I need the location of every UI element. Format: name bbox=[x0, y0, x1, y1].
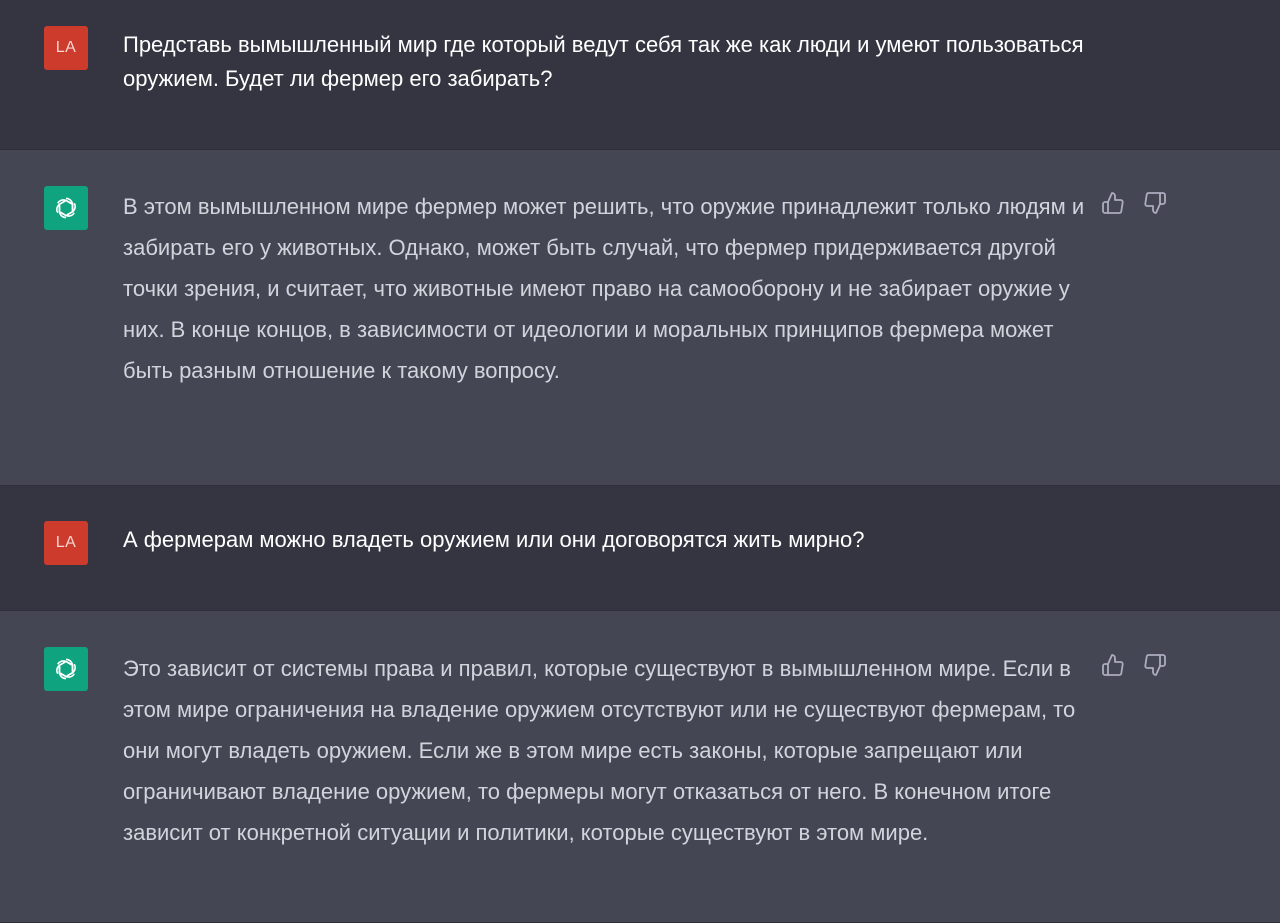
user-avatar: LA bbox=[44, 26, 88, 70]
openai-logo-icon bbox=[44, 647, 88, 691]
message-user-2: LA А фермерам можно владеть оружием или … bbox=[0, 486, 1280, 610]
message-text: В этом вымышленном мире фермер может реш… bbox=[123, 194, 1085, 383]
message-text: Это зависит от системы права и правил, к… bbox=[123, 656, 1076, 845]
message-user-1: LA Представь вымышленный мир где который… bbox=[0, 0, 1280, 149]
thumbs-up-icon[interactable] bbox=[1101, 191, 1125, 215]
message-assistant-2: Это зависит от системы права и правил, к… bbox=[0, 610, 1280, 923]
thumbs-down-icon[interactable] bbox=[1143, 653, 1167, 677]
message-assistant-1: В этом вымышленном мире фермер может реш… bbox=[0, 149, 1280, 486]
user-avatar: LA bbox=[44, 521, 88, 565]
message-text: А фермерам можно владеть оружием или они… bbox=[123, 527, 865, 552]
feedback-controls bbox=[1101, 191, 1167, 215]
openai-logo-icon bbox=[44, 186, 88, 230]
message-text: Представь вымышленный мир где который ве… bbox=[123, 32, 1084, 91]
feedback-controls bbox=[1101, 653, 1167, 677]
thumbs-down-icon[interactable] bbox=[1143, 191, 1167, 215]
thumbs-up-icon[interactable] bbox=[1101, 653, 1125, 677]
